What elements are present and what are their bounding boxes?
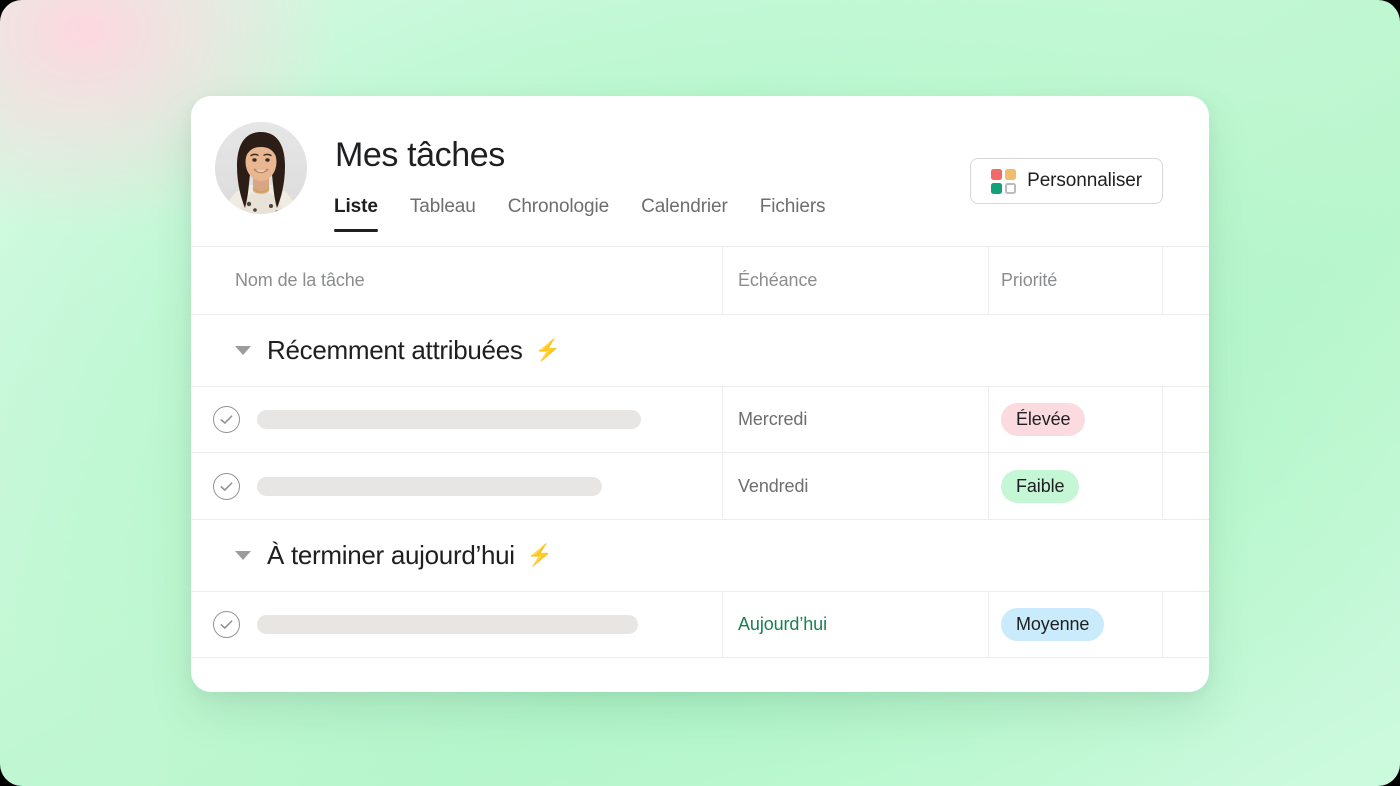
cell-due-date: Mercredi bbox=[722, 387, 988, 452]
lightning-bolt-icon: ⚡ bbox=[534, 339, 561, 362]
section-title: À terminer aujourd’hui bbox=[267, 540, 515, 570]
table-row[interactable]: Aujourd’hui Moyenne bbox=[191, 591, 1209, 658]
cell-task-name bbox=[191, 592, 722, 657]
cell-priority: Faible bbox=[988, 453, 1163, 519]
grid-swatch-orange bbox=[1005, 168, 1017, 180]
task-name-redacted bbox=[257, 615, 638, 634]
column-header-priority: Priorité bbox=[988, 247, 1163, 314]
column-header-name: Nom de la tâche bbox=[235, 270, 365, 290]
grid-swatch-empty bbox=[1005, 182, 1017, 194]
chevron-down-icon[interactable] bbox=[235, 346, 251, 355]
card-header: Mes tâches Liste Tableau Chronologie Cal… bbox=[191, 96, 1209, 247]
table-header-row: Nom de la tâche Échéance Priorité bbox=[191, 247, 1209, 315]
page-title: Mes tâches bbox=[335, 136, 505, 174]
cell-task-name bbox=[191, 387, 722, 452]
page-backdrop: Mes tâches Liste Tableau Chronologie Cal… bbox=[0, 0, 1400, 786]
cell-task-name bbox=[191, 453, 722, 519]
tab-chronologie[interactable]: Chronologie bbox=[492, 196, 625, 232]
tab-tableau[interactable]: Tableau bbox=[394, 196, 492, 232]
task-name-redacted bbox=[257, 410, 641, 429]
table-row[interactable]: Vendredi Faible bbox=[191, 453, 1209, 520]
check-circle-icon[interactable] bbox=[213, 611, 240, 638]
status-badge[interactable]: Élevée bbox=[1001, 403, 1086, 436]
cell-priority: Élevée bbox=[988, 387, 1163, 452]
color-grid-icon bbox=[991, 168, 1017, 194]
lightning-bolt-icon: ⚡ bbox=[526, 544, 553, 567]
table-row[interactable]: Mercredi Élevée bbox=[191, 386, 1209, 453]
cell-due-date: Vendredi bbox=[722, 453, 988, 519]
cell-due-date: Aujourd’hui bbox=[722, 592, 988, 657]
check-circle-icon[interactable] bbox=[213, 406, 240, 433]
status-badge[interactable]: Faible bbox=[1001, 469, 1080, 503]
grid-swatch-green bbox=[991, 182, 1003, 194]
customize-button-label: Personnaliser bbox=[1027, 170, 1142, 191]
tab-calendrier[interactable]: Calendrier bbox=[625, 196, 744, 232]
section-header-due-today[interactable]: À terminer aujourd’hui ⚡ bbox=[191, 520, 1209, 591]
task-name-redacted bbox=[257, 476, 602, 496]
column-header-due: Échéance bbox=[722, 247, 988, 314]
cell-priority: Moyenne bbox=[988, 592, 1163, 657]
customize-button[interactable]: Personnaliser bbox=[970, 158, 1163, 204]
task-table: Nom de la tâche Échéance Priorité Récemm… bbox=[191, 247, 1209, 660]
avatar[interactable] bbox=[215, 122, 307, 214]
section-title: Récemment attribuées bbox=[267, 335, 523, 365]
grid-swatch-red bbox=[991, 168, 1003, 180]
app-card: Mes tâches Liste Tableau Chronologie Cal… bbox=[191, 96, 1209, 692]
view-tabs: Liste Tableau Chronologie Calendrier Fic… bbox=[334, 196, 841, 232]
check-circle-icon[interactable] bbox=[213, 472, 240, 500]
chevron-down-icon[interactable] bbox=[235, 551, 251, 560]
tab-fichiers[interactable]: Fichiers bbox=[744, 196, 842, 232]
tab-liste[interactable]: Liste bbox=[334, 196, 394, 232]
status-badge[interactable]: Moyenne bbox=[1001, 608, 1105, 641]
section-header-recently-assigned[interactable]: Récemment attribuées ⚡ bbox=[191, 315, 1209, 386]
table-bottom-spacer bbox=[191, 658, 1209, 660]
